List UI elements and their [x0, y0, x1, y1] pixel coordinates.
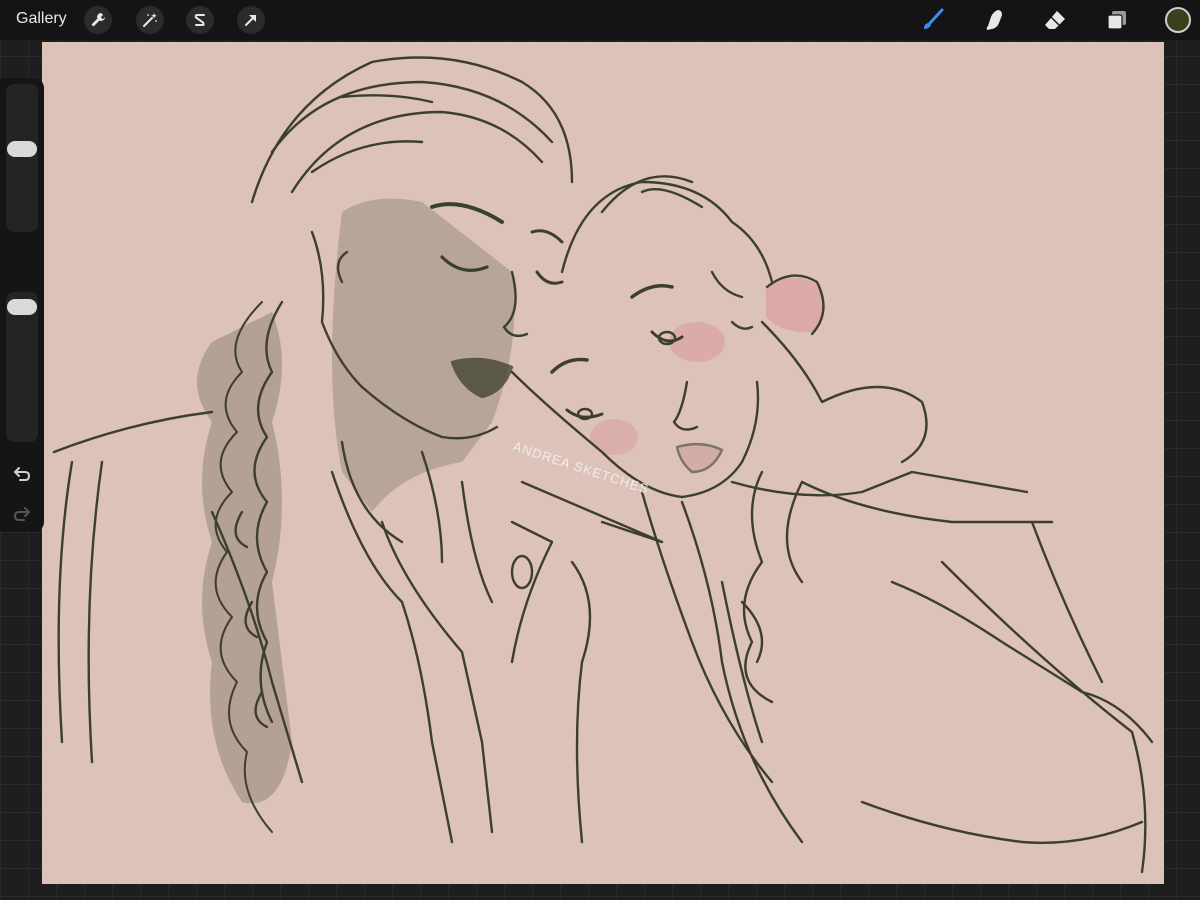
- redo-arrow-icon: [10, 504, 34, 524]
- layers-icon[interactable]: [1102, 5, 1132, 35]
- eraser-icon[interactable]: [1040, 5, 1070, 35]
- brush-size-knob[interactable]: [7, 140, 37, 157]
- top-toolbar: Gallery: [0, 0, 1200, 40]
- brush-size-slider[interactable]: [6, 84, 38, 232]
- opacity-knob[interactable]: [7, 298, 37, 315]
- wrench-icon[interactable]: [84, 6, 112, 34]
- sketch-artwork: ANDREA SKETCHES: [52, 56, 1154, 874]
- current-color-swatch[interactable]: [1165, 7, 1191, 33]
- arrow-cursor-icon[interactable]: [237, 6, 265, 34]
- smudge-finger-icon[interactable]: [979, 5, 1009, 35]
- selection-s-icon[interactable]: [186, 6, 214, 34]
- left-sidebar: [0, 78, 44, 532]
- brush-icon[interactable]: [918, 5, 948, 35]
- gallery-button[interactable]: Gallery: [16, 10, 67, 28]
- drawing-canvas[interactable]: ANDREA SKETCHES: [42, 42, 1164, 884]
- undo-arrow-icon[interactable]: [10, 464, 34, 484]
- magic-wand-icon[interactable]: [136, 6, 164, 34]
